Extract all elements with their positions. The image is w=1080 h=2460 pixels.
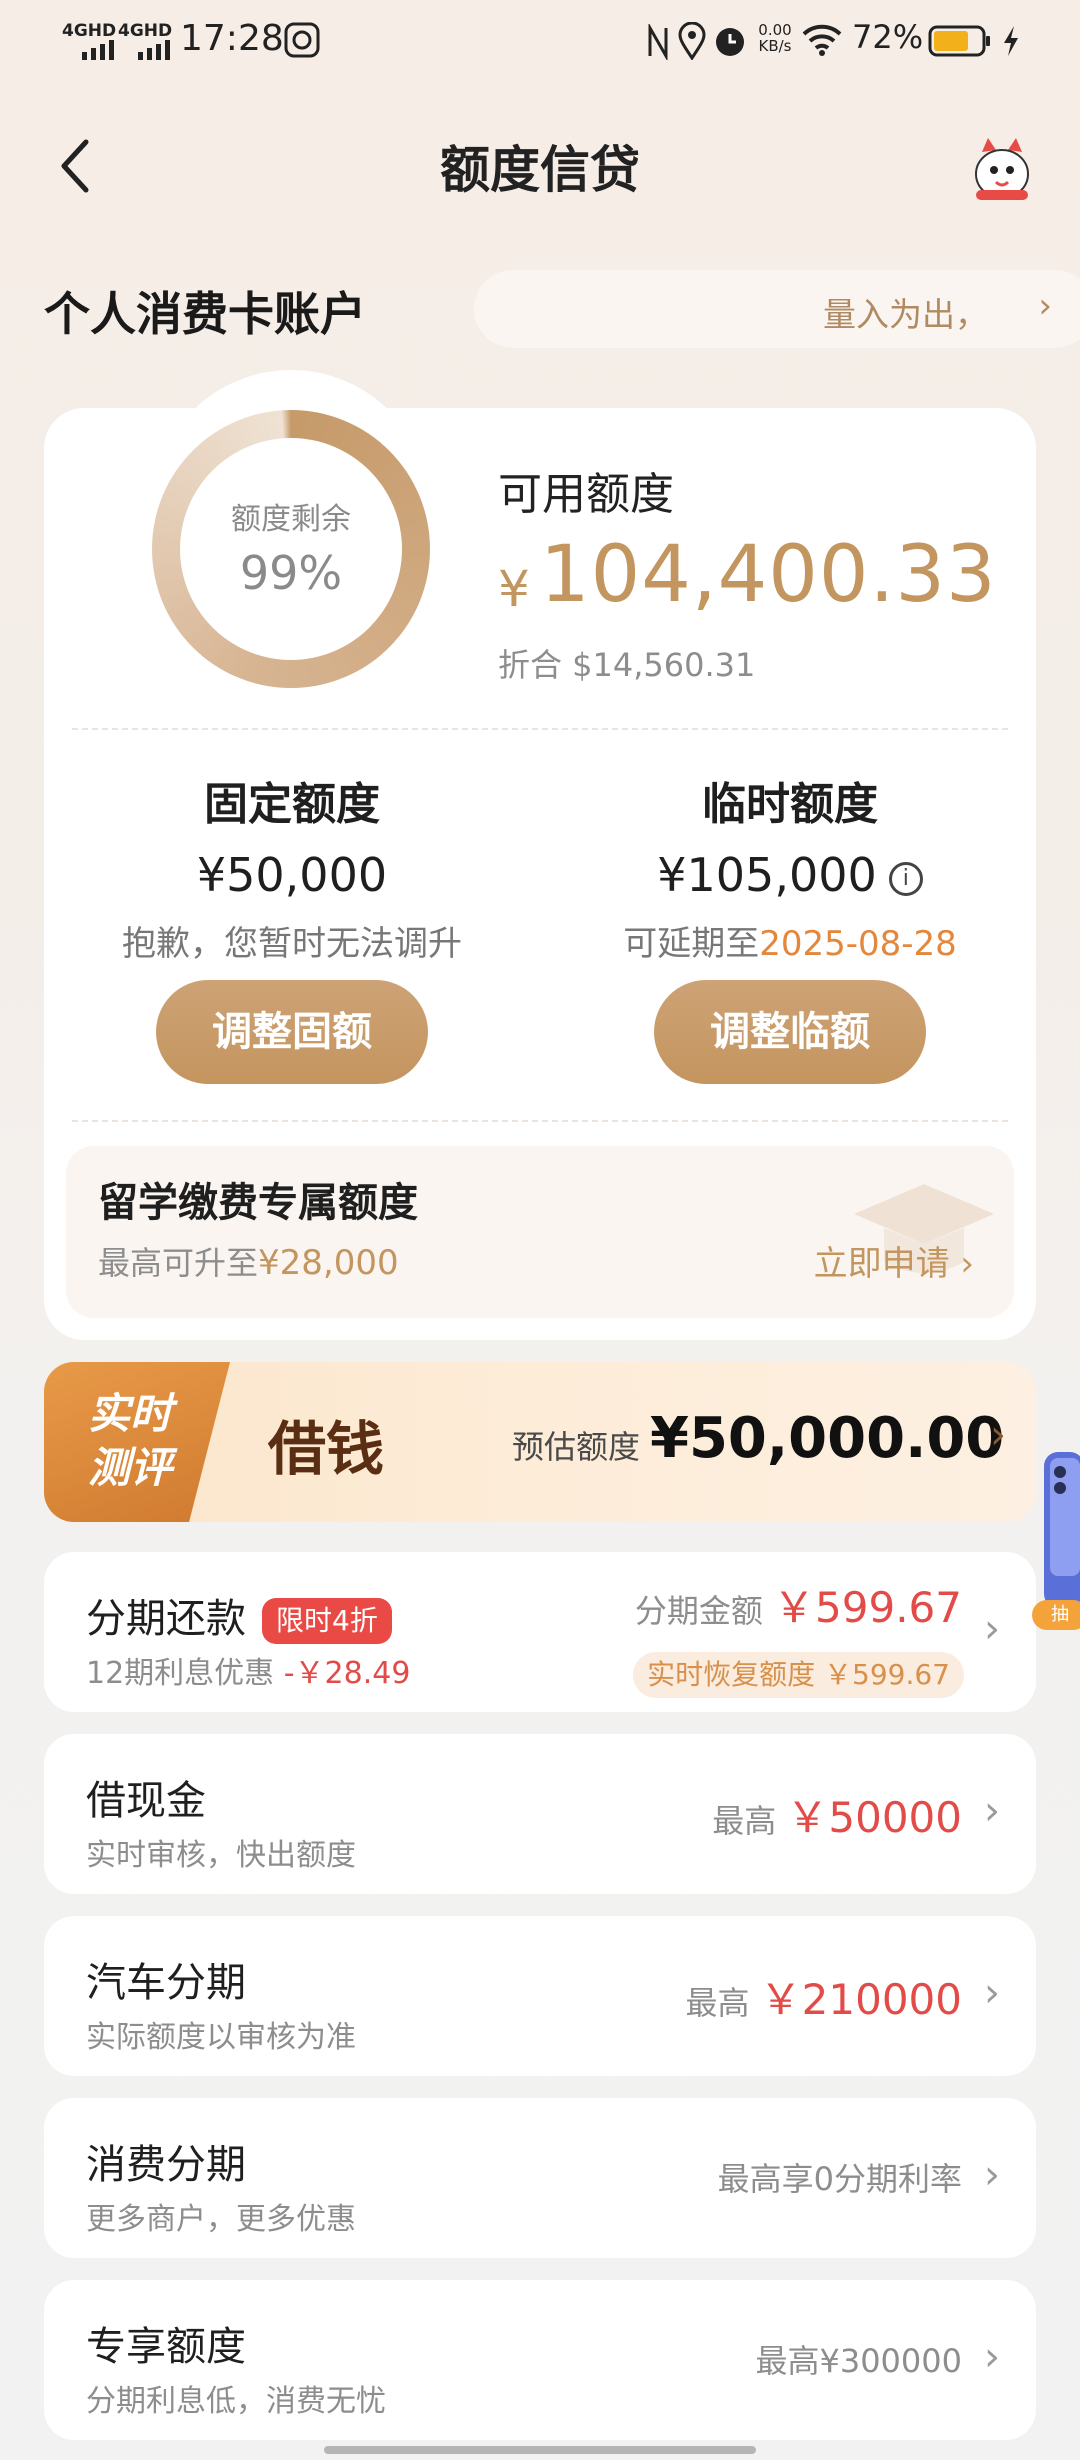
chevron-right-icon: › — [984, 2334, 1000, 2380]
signal-1-label: 4GHD — [62, 21, 117, 41]
chevron-right-icon: › — [1038, 286, 1052, 326]
right-value: ￥210000 — [759, 1975, 962, 2024]
currency-symbol: ¥ — [498, 560, 530, 618]
list-title: 汽车分期 — [86, 1960, 246, 2006]
right-label: 最高 — [685, 1984, 750, 2022]
signal-2-icon — [138, 40, 170, 60]
battery-icon — [928, 25, 990, 57]
study-title: 留学缴费专属额度 — [98, 1180, 418, 1226]
temp-note-prefix: 可延期至 — [623, 924, 760, 964]
available-amount: 104,400.33 — [540, 530, 997, 620]
temp-expiry-date: 2025-08-28 — [759, 924, 957, 964]
available-label: 可用额度 — [498, 469, 674, 520]
list-title: 借现金 — [86, 1778, 206, 1824]
badge-line-2: 测评 — [87, 1443, 172, 1492]
borrow-title: 借钱 — [268, 1415, 385, 1483]
fixed-amount: ¥50,000 — [196, 848, 388, 902]
chevron-right-icon: › — [984, 1970, 1000, 2016]
ring-value: 99% — [239, 546, 343, 600]
list-sub: 实际额度以审核为准 — [86, 2020, 356, 2055]
info-icon[interactable]: i — [888, 861, 923, 896]
recover-badge: 实时恢复额度 ￥599.67 — [633, 1652, 964, 1698]
list-item-exclusive-credit[interactable]: 专享额度 分期利息低，消费无忧 最高¥300000 › — [44, 2280, 1036, 2440]
list-item-cash-loan[interactable]: 借现金 实时审核，快出额度 最高 ￥50000 › — [44, 1734, 1036, 1894]
badge-line-1: 实时 — [87, 1389, 172, 1438]
right-label: 分期金额 — [634, 1592, 763, 1630]
chevron-right-icon: › — [990, 1412, 1006, 1458]
nfc-icon — [648, 24, 668, 60]
list-item-car-installment[interactable]: 汽车分期 实际额度以审核为准 最高 ￥210000 › — [44, 1916, 1036, 2076]
alarm-icon — [716, 28, 744, 56]
signal-1-icon — [82, 40, 114, 60]
estimate-amount: ¥50,000.00 — [650, 1406, 1005, 1471]
app-notification-icon — [284, 22, 320, 58]
divider — [72, 1120, 1008, 1122]
estimate-label: 预估额度 — [512, 1428, 641, 1466]
notice-text: 量入为出， — [823, 295, 988, 334]
right-label: 最高享0分期利率 — [717, 2160, 962, 2198]
floating-lottery-widget[interactable]: 抽 — [1032, 1452, 1080, 1630]
converted-amount: 折合 $14,560.31 — [498, 646, 756, 684]
charging-icon — [1004, 26, 1018, 56]
mascot-avatar-icon[interactable] — [966, 134, 1038, 206]
right-label: 最高 — [712, 1802, 777, 1840]
signal-2-label: 4GHD — [118, 21, 173, 41]
remaining-ring: 额度剩余 99% — [152, 410, 430, 688]
chevron-right-icon: › — [984, 2152, 1000, 2198]
net-unit: KB/s — [758, 37, 792, 55]
list-title: 分期还款 — [86, 1596, 246, 1642]
fixed-note: 抱歉，您暂时无法调升 — [122, 924, 462, 964]
study-sub-amount: ¥28,000 — [258, 1243, 399, 1283]
clock: 17:28 — [180, 18, 284, 59]
lottery-label: 抽 — [1032, 1600, 1080, 1630]
right-label: 最高¥300000 — [755, 2342, 962, 2380]
fixed-title: 固定额度 — [204, 779, 380, 830]
page-title: 额度信贷 — [440, 141, 640, 199]
borrow-banner[interactable]: 实时 测评 借钱 预估额度 ¥50,000.00 › — [44, 1362, 1036, 1522]
battery-percent: 72% — [852, 18, 924, 56]
account-title: 个人消费卡账户 — [44, 287, 366, 341]
apply-now-link[interactable]: 立即申请 › — [814, 1236, 974, 1285]
study-abroad-credit-card[interactable]: 留学缴费专属额度 最高可升至¥28,000 立即申请 › — [66, 1146, 1014, 1318]
status-bar: 4GHD 4GHD 17:28 0.00 KB/s 72% — [0, 0, 1080, 86]
list-sub: 12期利息优惠 — [86, 1656, 275, 1691]
phone-prize-icon — [1044, 1452, 1080, 1608]
temp-amount: ¥105,000 — [657, 848, 877, 902]
chevron-right-icon: › — [984, 1788, 1000, 1834]
study-sub-prefix: 最高可升至 — [98, 1244, 259, 1282]
discount-value: -￥28.49 — [283, 1656, 411, 1691]
net-speed: 0.00 — [758, 21, 792, 39]
fixed-credit-section: 固定额度 ¥50,000 抱歉，您暂时无法调升 — [42, 768, 542, 965]
list-title: 消费分期 — [86, 2142, 246, 2188]
temp-title: 临时额度 — [702, 779, 878, 830]
list-sub: 实时审核，快出额度 — [86, 1838, 356, 1873]
divider — [72, 728, 1008, 730]
right-value: ￥599.67 — [773, 1583, 962, 1632]
chevron-right-icon: › — [984, 1606, 1000, 1652]
list-item-installment-repay[interactable]: 分期还款 限时4折 12期利息优惠 -￥28.49 分期金额 ￥599.67 实时… — [44, 1552, 1036, 1712]
list-item-consumer-installment[interactable]: 消费分期 更多商户，更多优惠 最高享0分期利率 › — [44, 2098, 1036, 2258]
list-sub: 分期利息低，消费无忧 — [86, 2384, 386, 2419]
location-icon — [678, 22, 706, 60]
list-title: 专享额度 — [86, 2324, 246, 2370]
promo-tag: 限时4折 — [262, 1598, 392, 1644]
temp-credit-section: 临时额度 ¥105,000 i 可延期至2025-08-28 — [540, 768, 1040, 965]
realtime-eval-badge: 实时 测评 — [44, 1362, 230, 1522]
wifi-icon — [802, 24, 842, 56]
list-sub: 更多商户，更多优惠 — [86, 2202, 356, 2237]
right-value: ￥50000 — [786, 1793, 962, 1842]
adjust-fixed-button[interactable]: 调整固额 — [156, 980, 428, 1084]
ring-label: 额度剩余 — [231, 502, 351, 537]
home-indicator[interactable] — [324, 2446, 756, 2454]
adjust-temp-button[interactable]: 调整临额 — [654, 980, 926, 1084]
notice-marquee[interactable]: 量入为出， › — [474, 270, 1080, 348]
